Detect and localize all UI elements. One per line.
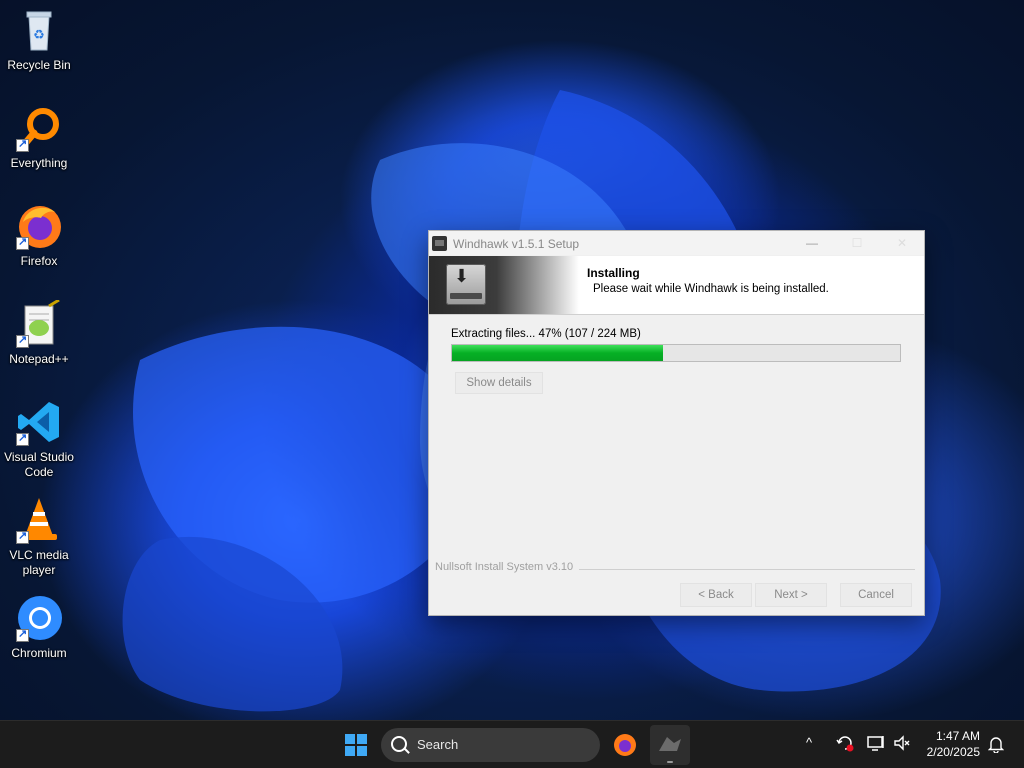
progress-fill	[452, 345, 663, 361]
taskbar-windhawk-setup[interactable]	[650, 725, 690, 765]
svg-text:♻: ♻	[33, 27, 45, 42]
clock-date: 2/20/2025	[926, 745, 980, 759]
back-button[interactable]: < Back	[680, 583, 752, 607]
desktop-icon-firefox[interactable]: Firefox	[3, 202, 75, 269]
shortcut-arrow-icon	[16, 431, 29, 446]
shortcut-arrow-icon	[16, 137, 29, 152]
windhawk-app-icon	[432, 236, 447, 251]
vlc-cone-icon	[15, 496, 63, 544]
search-placeholder: Search	[417, 737, 459, 752]
desktop-icon-recycle-bin[interactable]: ♻ Recycle Bin	[3, 6, 75, 73]
desktop-icon-notepadpp[interactable]: Notepad++	[3, 298, 75, 367]
recycle-bin-icon: ♻	[15, 6, 63, 54]
desktop-icon-vscode[interactable]: Visual Studio Code	[3, 398, 75, 480]
header-title: Installing	[587, 266, 640, 280]
notification-bell-icon[interactable]	[987, 735, 1005, 757]
search-icon	[391, 736, 407, 752]
show-details-button[interactable]: Show details	[455, 372, 543, 394]
status-text: Extracting files... 47% (107 / 224 MB)	[451, 328, 641, 340]
firefox-icon	[15, 202, 63, 250]
network-icon[interactable]	[866, 734, 886, 756]
header-panel: ⬇ Installing Please wait while Windhawk …	[429, 256, 924, 315]
maximize-button[interactable]: ☐	[834, 231, 880, 255]
shortcut-arrow-icon	[16, 627, 29, 642]
windhawk-icon	[659, 737, 681, 763]
taskbar-firefox[interactable]	[608, 725, 642, 765]
header-subtitle: Please wait while Windhawk is being inst…	[593, 283, 829, 295]
next-button[interactable]: Next >	[755, 583, 827, 607]
progress-bar	[451, 344, 901, 362]
chromium-icon	[15, 594, 63, 642]
taskbar: Search ^ 1:47 AM 2/20/2025	[0, 720, 1024, 768]
minimize-button[interactable]: —	[789, 231, 835, 255]
branding-text: Nullsoft Install System v3.10	[435, 561, 578, 573]
update-icon[interactable]	[836, 734, 854, 756]
close-button[interactable]: ✕	[879, 231, 925, 255]
taskbar-search-box[interactable]: Search	[381, 728, 600, 762]
start-button[interactable]	[340, 725, 372, 765]
branding-divider	[579, 569, 915, 570]
clock[interactable]: 1:47 AM 2/20/2025	[927, 728, 980, 760]
shortcut-arrow-icon	[16, 235, 29, 250]
everything-search-icon	[15, 104, 63, 152]
notepadpp-icon	[15, 298, 63, 348]
title-bar[interactable]: Windhawk v1.5.1 Setup — ☐ ✕	[429, 231, 924, 255]
desktop-icon-vlc[interactable]: VLC media player	[3, 496, 75, 578]
vscode-icon	[15, 398, 63, 446]
shortcut-arrow-icon	[16, 529, 29, 544]
clock-time: 1:47 AM	[935, 729, 980, 743]
window-title: Windhawk v1.5.1 Setup	[453, 237, 580, 251]
drive-download-icon: ⬇	[446, 264, 486, 305]
desktop-icon-everything[interactable]: Everything	[3, 104, 75, 171]
cancel-button[interactable]: Cancel	[840, 583, 912, 607]
header-banner: ⬇	[429, 256, 579, 314]
start-icon	[345, 734, 367, 756]
shortcut-arrow-icon	[16, 333, 29, 348]
firefox-icon	[614, 734, 636, 756]
chevron-up-icon[interactable]: ^	[806, 735, 812, 750]
volume-muted-icon[interactable]	[893, 734, 911, 756]
desktop-icon-chromium[interactable]: Chromium	[3, 594, 75, 661]
setup-window: Windhawk v1.5.1 Setup — ☐ ✕ ⬇ Installing…	[428, 230, 925, 616]
